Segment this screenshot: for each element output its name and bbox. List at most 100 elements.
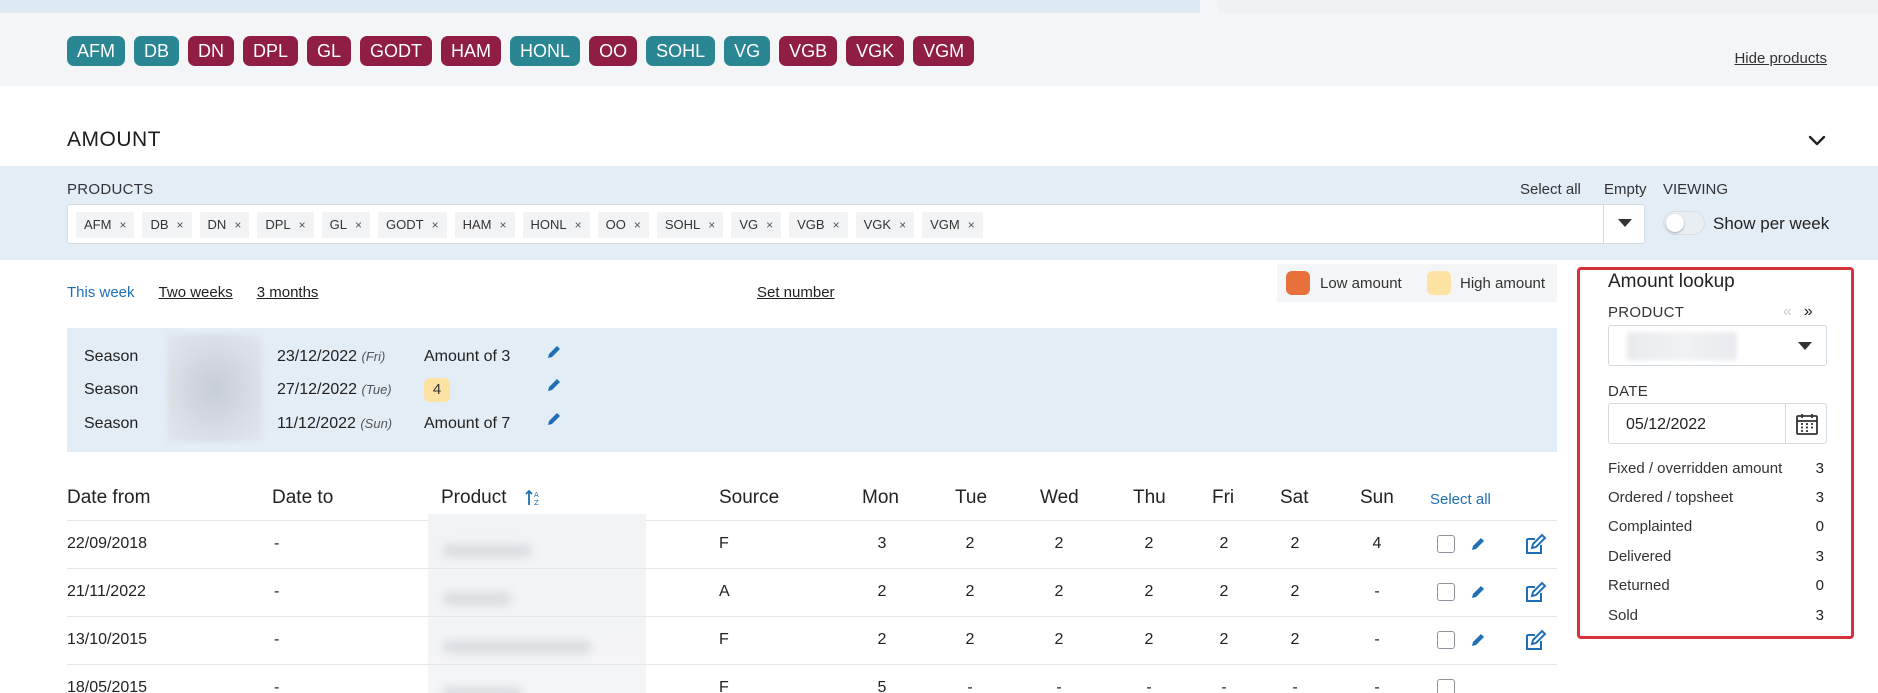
edit-box-icon[interactable] [1523, 581, 1547, 605]
remove-tag-icon[interactable]: × [766, 218, 773, 232]
cell-date-from: 18/05/2015 [67, 679, 148, 693]
hide-products-link[interactable]: Hide products [1734, 50, 1827, 67]
col-tue: Tue [955, 487, 988, 508]
pencil-icon[interactable] [1470, 536, 1486, 552]
lookup-date-input[interactable]: 05/12/2022 [1608, 403, 1827, 444]
stat-label: Sold [1608, 607, 1639, 624]
low-amount-label: Low amount [1320, 275, 1402, 292]
cell-wed: 2 [1054, 631, 1064, 648]
remove-tag-icon[interactable]: × [634, 218, 641, 232]
product-nav: «» [1783, 303, 1813, 321]
cell-tue: - [967, 679, 973, 693]
remove-tag-icon[interactable]: × [299, 218, 306, 232]
remove-tag-icon[interactable]: × [708, 218, 715, 232]
set-number-link[interactable]: Set number [757, 284, 835, 301]
header-divider [67, 520, 1557, 521]
prev-product-button[interactable]: « [1783, 303, 1792, 320]
remove-tag-icon[interactable]: × [432, 218, 439, 232]
section-title: AMOUNT [67, 128, 161, 151]
sort-az-icon[interactable]: A Z [524, 488, 544, 508]
row-divider [67, 616, 1557, 617]
period-three-months[interactable]: 3 months [257, 284, 319, 301]
remove-tag-icon[interactable]: × [968, 218, 975, 232]
stat-value: 3 [1815, 460, 1824, 477]
row-checkbox[interactable] [1437, 631, 1455, 649]
toggle-knob [1666, 214, 1684, 232]
blurred-image [167, 334, 262, 442]
cell-date-from: 22/09/2018 [67, 535, 148, 552]
edit-box-icon[interactable] [1523, 629, 1547, 653]
remove-tag-icon[interactable]: × [499, 218, 506, 232]
cell-fri: - [1221, 679, 1227, 693]
stat-label: Returned [1608, 577, 1670, 594]
product-chip[interactable]: SOHL [646, 36, 716, 66]
lookup-product-select[interactable] [1608, 325, 1827, 366]
select-all-rows-button[interactable]: Select all [1430, 491, 1491, 508]
product-chip[interactable]: DN [188, 36, 235, 66]
blurred-selected-product [1627, 332, 1737, 360]
product-chip[interactable]: DPL [243, 36, 299, 66]
cell-thu: 2 [1144, 631, 1154, 648]
high-amount-badge: 4 [424, 378, 450, 402]
product-chip[interactable]: AFM [67, 36, 125, 66]
remove-tag-icon[interactable]: × [234, 218, 241, 232]
cell-fri: 2 [1219, 631, 1229, 648]
remove-tag-icon[interactable]: × [177, 218, 184, 232]
product-tag: SOHL × [656, 212, 724, 238]
product-tag: VGB × [789, 212, 848, 238]
product-chip[interactable]: VGK [846, 36, 905, 66]
cell-sat: 2 [1290, 583, 1300, 600]
col-sun: Sun [1360, 487, 1394, 508]
period-this-week[interactable]: This week [67, 284, 135, 301]
product-tag: DB × [142, 212, 192, 238]
period-two-weeks[interactable]: Two weeks [159, 284, 233, 301]
col-mon: Mon [862, 487, 899, 508]
lookup-product-label: PRODUCT [1608, 304, 1685, 321]
product-chip[interactable]: VGM [913, 36, 975, 66]
remove-tag-icon[interactable]: × [355, 218, 362, 232]
pencil-icon[interactable] [1470, 632, 1486, 648]
product-chip[interactable]: HONL [510, 36, 581, 66]
select-all-products-button[interactable]: Select all [1520, 181, 1581, 198]
remove-tag-icon[interactable]: × [899, 218, 906, 232]
pencil-icon[interactable] [1470, 584, 1486, 600]
show-per-week-toggle[interactable] [1663, 211, 1705, 235]
product-chip[interactable]: GODT [360, 36, 433, 66]
stat-label: Fixed / overridden amount [1608, 460, 1783, 477]
product-chip[interactable]: HAM [441, 36, 502, 66]
remove-tag-icon[interactable]: × [575, 218, 582, 232]
chevron-down-icon[interactable] [1805, 128, 1829, 152]
stat-label: Delivered [1608, 548, 1672, 565]
remove-tag-icon[interactable]: × [119, 218, 126, 232]
lookup-date-value: 05/12/2022 [1626, 416, 1707, 433]
product-chip-list: AFM DB DN DPL GL GODT HAM HONL OO SOHL V… [67, 36, 975, 66]
product-chip[interactable]: OO [589, 36, 638, 66]
calendar-icon[interactable] [1795, 412, 1819, 436]
product-chip[interactable]: GL [307, 36, 352, 66]
pencil-icon[interactable] [546, 377, 562, 393]
cell-tue: 2 [965, 535, 975, 552]
caret-down-icon[interactable] [1618, 219, 1632, 227]
product-tag: DPL × [257, 212, 314, 238]
product-chip[interactable]: VG [724, 36, 771, 66]
cell-date-to: - [274, 679, 280, 693]
cell-sat: - [1292, 679, 1298, 693]
product-chip[interactable]: DB [134, 36, 180, 66]
pencil-icon[interactable] [546, 344, 562, 360]
remove-tag-icon[interactable]: × [833, 218, 840, 232]
row-checkbox[interactable] [1437, 679, 1455, 693]
pencil-icon[interactable] [546, 411, 562, 427]
edit-box-icon[interactable] [1523, 533, 1547, 557]
product-chip[interactable]: VGB [779, 36, 838, 66]
col-thu: Thu [1133, 487, 1166, 508]
next-product-button[interactable]: » [1804, 303, 1813, 320]
empty-products-button[interactable]: Empty [1604, 181, 1647, 198]
cell-date-from: 13/10/2015 [67, 631, 148, 648]
row-checkbox[interactable] [1437, 583, 1455, 601]
cell-thu: 2 [1144, 583, 1154, 600]
col-product[interactable]: Product [441, 487, 506, 509]
season-date: 23/12/2022 (Fri) [277, 348, 386, 365]
cell-wed: 2 [1054, 535, 1064, 552]
row-checkbox[interactable] [1437, 535, 1455, 553]
products-multiselect[interactable]: AFM × DB × DN × DPL × GL × GODT × HAM × HONL × O… [67, 204, 1645, 244]
